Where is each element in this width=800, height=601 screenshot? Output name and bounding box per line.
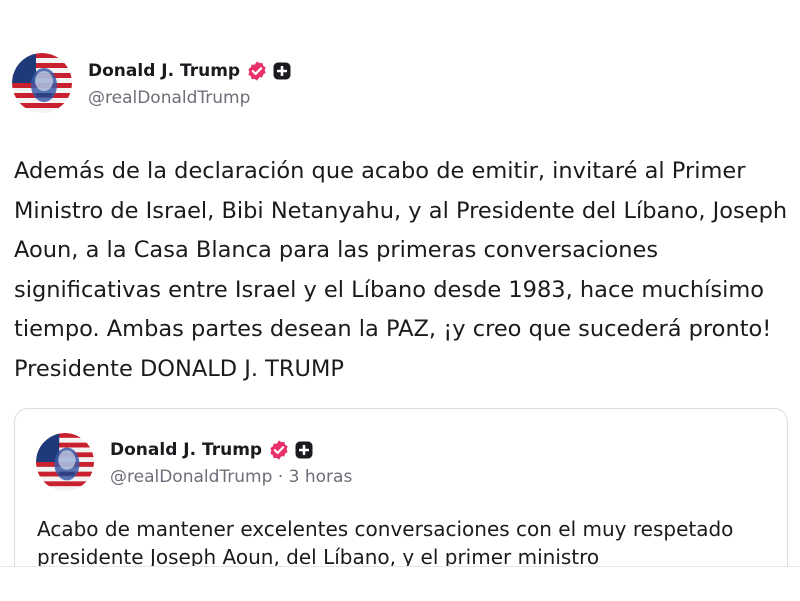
plus-badge-icon <box>295 441 313 459</box>
quoted-author-identity: Donald J. Trump @realDonaldTrump · 3 hor… <box>110 437 352 487</box>
author-handle[interactable]: @realDonaldTrump <box>88 88 291 108</box>
quoted-post-body-text: Acabo de mantener excelentes conversacio… <box>37 517 734 566</box>
name-row: Donald J. Trump <box>88 58 291 84</box>
avatar[interactable] <box>36 433 94 491</box>
post-timestamp[interactable]: 3 horas <box>289 467 353 487</box>
avatar[interactable] <box>12 53 72 113</box>
meta-separator: · <box>277 467 284 487</box>
name-row: Donald J. Trump <box>110 437 352 463</box>
bottom-area <box>0 566 800 601</box>
verified-badge-icon <box>248 61 266 81</box>
quoted-post-meta: @realDonaldTrump · 3 horas <box>110 467 352 487</box>
author-identity: Donald J. Trump @realDonaldTrump <box>88 58 291 108</box>
quoted-author-handle[interactable]: @realDonaldTrump <box>110 467 272 487</box>
post-header: Donald J. Trump @realDonaldTrump <box>12 53 291 113</box>
post-body-text: Además de la declaración que acabo de em… <box>14 158 788 382</box>
quoted-post-header: Donald J. Trump @realDonaldTrump · 3 hor… <box>36 433 352 491</box>
quoted-author-name[interactable]: Donald J. Trump <box>110 440 262 460</box>
author-name[interactable]: Donald J. Trump <box>88 61 240 81</box>
verified-badge-icon <box>270 440 288 460</box>
plus-badge-icon <box>273 62 291 80</box>
quoted-post-card[interactable]: Donald J. Trump @realDonaldTrump · 3 hor… <box>14 408 788 566</box>
post-view: Donald J. Trump @realDonaldTrump Además … <box>0 0 800 566</box>
